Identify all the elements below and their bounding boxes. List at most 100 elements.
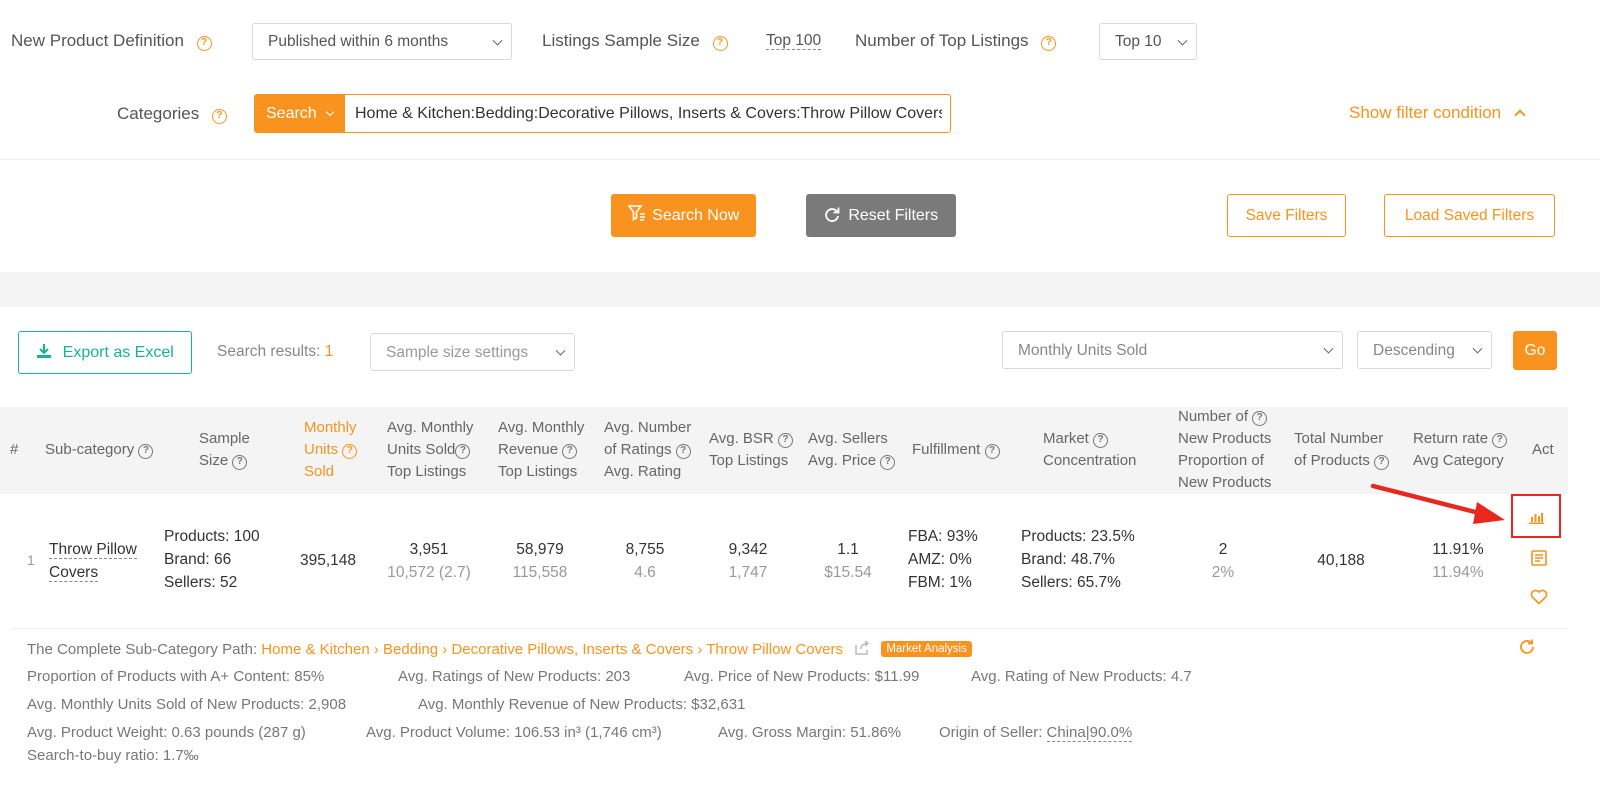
- cell-line: Products: 23.5%: [1021, 528, 1135, 545]
- save-filters-button[interactable]: Save Filters: [1227, 194, 1346, 237]
- header-subcategory: Sub-category ?: [45, 439, 154, 461]
- category-search-group: Search Home & Kitchen:Bedding:Decorative…: [254, 94, 951, 133]
- cell-line: AMZ: 0%: [908, 551, 972, 568]
- cell-subline: $15.54: [824, 564, 872, 581]
- origin-value[interactable]: China|90.0%: [1046, 724, 1133, 742]
- chevron-down-icon: [1177, 35, 1188, 46]
- cell-line: 58,979: [516, 541, 564, 558]
- help-icon[interactable]: ?: [1374, 455, 1390, 470]
- help-icon[interactable]: ?: [342, 444, 358, 459]
- search-type-dropdown[interactable]: Search: [255, 95, 345, 132]
- cell-subline: 4.6: [634, 564, 656, 581]
- divider: [0, 159, 1600, 160]
- new-product-definition-label: New Product Definition ?: [11, 31, 212, 51]
- select-value: Published within 6 months: [268, 33, 449, 50]
- path-link[interactable]: Decorative Pillows, Inserts & Covers: [451, 641, 693, 658]
- header-line: Total Number: [1294, 430, 1384, 447]
- help-icon[interactable]: ?: [1492, 433, 1508, 448]
- sample-size-settings-select[interactable]: Sample size settings: [370, 333, 575, 371]
- help-icon[interactable]: ?: [777, 433, 793, 448]
- help-icon[interactable]: ?: [232, 455, 248, 470]
- results-number: 1: [324, 343, 334, 360]
- subcategory-link[interactable]: Throw Pillow Covers: [49, 538, 137, 584]
- header-line: Size: [199, 452, 229, 469]
- chart-analysis-button[interactable]: [1511, 494, 1561, 538]
- reset-filters-button[interactable]: Reset Filters: [806, 194, 956, 237]
- cell-subline: 2%: [1211, 564, 1235, 581]
- help-icon[interactable]: ?: [880, 455, 896, 470]
- help-icon[interactable]: ?: [675, 444, 691, 459]
- help-icon[interactable]: ?: [1041, 36, 1057, 51]
- market-concentration-cell: Products: 23.5% Brand: 48.7% Sellers: 65…: [1021, 525, 1135, 594]
- header-line: Concentration: [1043, 452, 1137, 469]
- top-listings-select[interactable]: Top 10: [1099, 23, 1197, 60]
- new-products-cell: 2 2%: [1173, 538, 1273, 584]
- market-analysis-badge[interactable]: Market Analysis: [881, 641, 972, 657]
- cell-subline: 115,558: [512, 564, 568, 581]
- header-line: Monthly: [304, 419, 357, 436]
- heart-icon[interactable]: [1530, 589, 1548, 605]
- results-label: Search results:: [217, 343, 321, 360]
- help-icon[interactable]: ?: [984, 444, 1000, 459]
- avg-price-new-stat: Avg. Price of New Products: $11.99: [684, 668, 920, 685]
- header-line: Proportion of: [1178, 452, 1264, 469]
- header-ratings: Avg. Number of Ratings ? Avg. Rating: [604, 417, 691, 483]
- help-icon[interactable]: ?: [196, 36, 212, 51]
- cell-line: FBM: 1%: [908, 574, 972, 591]
- path-link[interactable]: Bedding: [383, 641, 438, 658]
- refresh-icon[interactable]: [1518, 638, 1536, 656]
- header-line: Top Listings: [709, 452, 789, 469]
- listings-sample-size-value[interactable]: Top 100: [766, 32, 822, 50]
- help-icon[interactable]: ?: [211, 109, 227, 124]
- help-icon[interactable]: ?: [562, 444, 578, 459]
- help-icon[interactable]: ?: [1093, 433, 1109, 448]
- cell-line: 9,342: [728, 541, 768, 558]
- export-excel-button[interactable]: Export as Excel: [18, 331, 192, 374]
- document-icon[interactable]: [1531, 550, 1547, 566]
- header-line: New Products: [1178, 474, 1272, 491]
- go-button[interactable]: Go: [1513, 331, 1557, 370]
- show-filter-condition-toggle[interactable]: Show filter condition: [1349, 103, 1526, 123]
- header-line: Units Sold: [387, 441, 456, 458]
- help-icon[interactable]: ?: [1252, 411, 1268, 426]
- header-line: Number of: [1178, 408, 1249, 425]
- header-line: Avg. Monthly: [498, 419, 585, 436]
- category-path-input[interactable]: Home & Kitchen:Bedding:Decorative Pillow…: [355, 95, 942, 132]
- search-now-button[interactable]: Search Now: [611, 194, 756, 237]
- header-line: Sample: [199, 430, 250, 447]
- cell-line: Products: 100: [164, 528, 260, 545]
- sellers-price-cell: 1.1 $15.54: [798, 538, 898, 584]
- top-listings-label: Number of Top Listings ?: [855, 31, 1057, 51]
- help-icon[interactable]: ?: [455, 444, 471, 459]
- header-new-products: Number of ? New Products Proportion of N…: [1178, 406, 1271, 494]
- link-line: Throw Pillow: [49, 541, 137, 559]
- sort-field-select[interactable]: Monthly Units Sold: [1002, 331, 1343, 369]
- load-saved-filters-button[interactable]: Load Saved Filters: [1384, 194, 1555, 237]
- header-line: New Products: [1178, 430, 1272, 447]
- header-line: Avg. Price: [808, 452, 877, 469]
- search-results-count: Search results: 1: [217, 343, 333, 361]
- new-product-definition-select[interactable]: Published within 6 months: [252, 23, 512, 60]
- path-link[interactable]: Throw Pillow Covers: [706, 641, 843, 658]
- filter-icon: [627, 205, 645, 221]
- chevron-down-icon: [555, 345, 566, 356]
- sort-order-select[interactable]: Descending: [1357, 331, 1492, 369]
- path-link[interactable]: Home & Kitchen: [261, 641, 369, 658]
- subcategory-path: The Complete Sub-Category Path: Home & K…: [27, 640, 972, 658]
- stat-label: Origin of Seller:: [939, 724, 1043, 741]
- share-icon[interactable]: [853, 640, 871, 656]
- header-act: Act: [1532, 441, 1554, 458]
- search-to-buy-stat: Search-to-buy ratio: 1.7‰: [27, 747, 199, 764]
- chevron-down-icon: [1323, 343, 1334, 354]
- header-market-concentration: Market ? Concentration: [1043, 428, 1136, 472]
- help-icon[interactable]: ?: [712, 36, 728, 51]
- select-value: Descending: [1373, 342, 1455, 359]
- cell-line: Sellers: 65.7%: [1021, 574, 1121, 591]
- avg-units-new-stat: Avg. Monthly Units Sold of New Products:…: [27, 696, 347, 713]
- refresh-icon: [825, 207, 840, 222]
- header-monthly-units-sold[interactable]: Monthly Units ? Sold: [304, 417, 358, 483]
- select-placeholder: Sample size settings: [386, 344, 529, 361]
- help-icon[interactable]: ?: [138, 444, 154, 459]
- header-avg-monthly-units: Avg. Monthly Units Sold? Top Listings: [387, 417, 473, 483]
- header-line: Return rate: [1413, 430, 1489, 447]
